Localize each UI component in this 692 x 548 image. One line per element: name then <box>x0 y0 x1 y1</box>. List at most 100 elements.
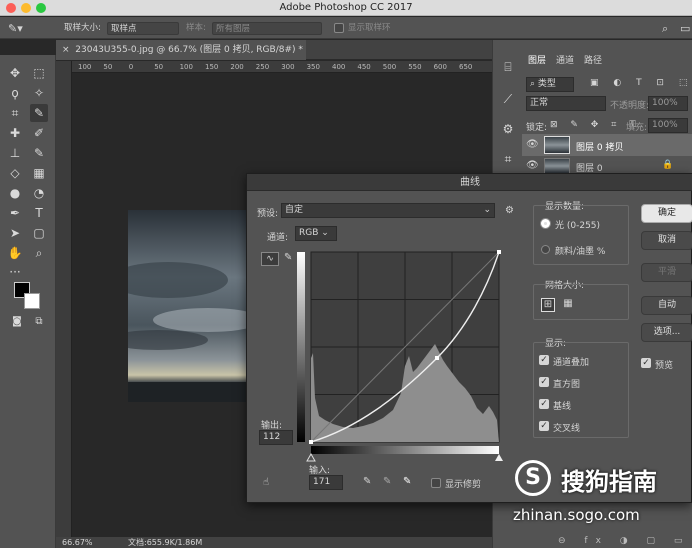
blur-tool-icon[interactable]: ● <box>6 184 24 202</box>
cancel-button[interactable]: 取消 <box>641 231 692 250</box>
target-adjust-icon[interactable]: ☝ <box>263 477 269 488</box>
pencil-mode-icon[interactable]: ✎ <box>284 252 292 263</box>
light-radio[interactable] <box>541 219 550 228</box>
curves-adjust-icon[interactable]: ⟋ <box>499 90 517 108</box>
crop-tool-icon[interactable]: ⌗ <box>6 104 24 122</box>
document-image[interactable] <box>128 210 246 402</box>
visibility-eye-icon[interactable]: 👁 <box>526 160 539 171</box>
curves-graph[interactable] <box>297 248 507 466</box>
blend-mode-select[interactable]: 正常 <box>526 96 606 111</box>
eraser-tool-icon[interactable]: ◇ <box>6 164 24 182</box>
options-bar: ✎▾ 取样大小: 取样点 样本: 所有图层 显示取样环 ⌕ ▭ <box>0 17 692 39</box>
preset-options-icon[interactable]: ⚙ <box>505 205 514 216</box>
opacity-field[interactable]: 100% <box>648 96 688 111</box>
preview-checkbox[interactable]: ✓ <box>641 358 651 368</box>
show-ring-checkbox[interactable] <box>334 23 344 33</box>
eyedropper-tool-active-icon[interactable]: ✎ <box>30 104 48 122</box>
preset-value: 自定 <box>285 205 304 215</box>
marquee-tool-icon[interactable]: ⬚ <box>30 64 48 82</box>
pigment-label: 颜料/油墨 % <box>555 247 606 257</box>
white-eyedropper-icon[interactable]: ✎ <box>403 476 411 487</box>
layer-thumbnail <box>544 136 570 154</box>
ruler-tick-label: 200 <box>230 63 244 71</box>
horizontal-ruler: 100 50 0 50 100 150 200 250 300 350 400 450 500 550 60… <box>72 61 492 73</box>
ruler-tick-label: 150 <box>205 63 219 71</box>
layer-filter-select[interactable]: ⌕ 类型 <box>526 77 574 92</box>
workspace-icon[interactable]: ▭ <box>680 22 690 35</box>
histogram-checkbox[interactable]: ✓ <box>539 377 549 387</box>
adjustments-icon[interactable]: ⚙ <box>499 120 517 138</box>
path-selection-icon[interactable]: ➤ <box>6 224 24 242</box>
learn-icon[interactable]: ⌸ <box>499 58 517 76</box>
tab-paths[interactable]: 路径 <box>584 54 602 68</box>
curves-title: 曲线 <box>247 174 692 191</box>
background-color-swatch[interactable] <box>24 293 40 309</box>
tab-channels[interactable]: 通道 <box>556 54 574 68</box>
ruler-tick-label: 400 <box>332 63 346 71</box>
dodge-tool-icon[interactable]: ◔ <box>30 184 48 202</box>
simple-grid-icon[interactable]: ⊞ <box>541 298 555 312</box>
document-size: 文档:655.9K/1.86M <box>128 538 203 547</box>
detailed-grid-icon[interactable]: ▦ <box>561 298 575 312</box>
type-tool-icon[interactable]: T <box>30 204 48 222</box>
intersection-checkbox[interactable]: ✓ <box>539 421 549 431</box>
auto-button[interactable]: 自动 <box>641 296 692 315</box>
hand-tool-icon[interactable]: ✋ <box>6 244 24 262</box>
ruler-tick-label: 50 <box>154 63 164 71</box>
curve-point-mode-icon[interactable]: ∿ <box>261 252 279 266</box>
smooth-button[interactable]: 平滑 <box>641 263 692 282</box>
history-brush-icon[interactable]: ✎ <box>30 144 48 162</box>
layer-name[interactable]: 图层 0 拷贝 <box>576 140 623 153</box>
preset-label: 预设: <box>257 209 279 219</box>
ruler-tick-label: 450 <box>357 63 371 71</box>
brush-tool-icon[interactable]: ✐ <box>30 124 48 142</box>
sample-size-select[interactable]: 取样点 <box>107 22 179 35</box>
ok-button[interactable]: 确定 <box>641 204 692 223</box>
pen-tool-icon[interactable]: ✒ <box>6 204 24 222</box>
filter-icons[interactable]: ▣ ◐ T ⊡ ⬚ <box>590 78 692 88</box>
ruler-tick-label: 350 <box>306 63 320 71</box>
minimize-window-button[interactable] <box>21 3 31 13</box>
quick-mask-icon[interactable]: ◙ <box>8 313 26 331</box>
stamp-tool-icon[interactable]: ⊥ <box>6 144 24 162</box>
output-field[interactable]: 112 <box>259 430 293 445</box>
zoom-window-button[interactable] <box>36 3 46 13</box>
tab-layers[interactable]: 图层 <box>528 54 546 68</box>
gray-eyedropper-icon[interactable]: ✎ <box>383 476 391 487</box>
fill-field[interactable]: 100% <box>648 118 688 133</box>
zoom-tool-icon[interactable]: ⌕ <box>30 244 48 262</box>
visibility-eye-icon[interactable]: 👁 <box>526 139 539 150</box>
screen-mode-icon[interactable]: ⧉ <box>30 313 48 331</box>
baseline-checkbox[interactable]: ✓ <box>539 399 549 409</box>
search-icon[interactable]: ⌕ <box>662 22 668 35</box>
show-clipping-checkbox[interactable] <box>431 478 441 488</box>
close-tab-icon[interactable]: × <box>62 45 70 55</box>
preset-select[interactable]: 自定 ⌄ <box>281 203 495 218</box>
eyedropper-tool-icon[interactable]: ✎▾ <box>8 22 23 35</box>
zoom-level[interactable]: 66.67% <box>62 537 93 548</box>
more-tools-icon[interactable]: ··· <box>6 263 24 281</box>
shape-tool-icon[interactable]: ▢ <box>30 224 48 242</box>
options-button[interactable]: 选项... <box>641 323 692 342</box>
show-clipping-label: 显示修剪 <box>445 480 482 490</box>
watermark-brand: 搜狗指南 <box>561 468 657 496</box>
layer-row[interactable]: 👁 图层 0 拷贝 <box>522 134 692 156</box>
lasso-tool-icon[interactable]: ϙ <box>6 84 24 102</box>
input-field[interactable]: 171 <box>309 475 343 490</box>
close-window-button[interactable] <box>6 3 16 13</box>
channel-select[interactable]: RGB ⌄ <box>295 226 337 241</box>
ruler-tick-label: 250 <box>255 63 270 71</box>
black-eyedropper-icon[interactable]: ✎ <box>363 476 371 487</box>
document-tab[interactable]: × 23043U355-0.jpg @ 66.7% (图层 0 拷贝, RGB/… <box>56 40 306 60</box>
opacity-label: 不透明度: <box>610 101 650 111</box>
healing-tool-icon[interactable]: ✚ <box>6 124 24 142</box>
gradient-tool-icon[interactable]: ▦ <box>30 164 48 182</box>
document-tabs: × 23043U355-0.jpg @ 66.7% (图层 0 拷贝, RGB/… <box>56 40 492 60</box>
magic-wand-tool-icon[interactable]: ✧ <box>30 84 48 102</box>
channel-overlay-checkbox[interactable]: ✓ <box>539 355 549 365</box>
pigment-radio[interactable] <box>541 245 550 254</box>
channel-label: 通道: <box>267 233 289 243</box>
sample-select[interactable]: 所有图层 <box>212 22 322 35</box>
crop-panel-icon[interactable]: ⌗ <box>499 150 517 168</box>
move-tool-icon[interactable]: ✥ <box>6 64 24 82</box>
